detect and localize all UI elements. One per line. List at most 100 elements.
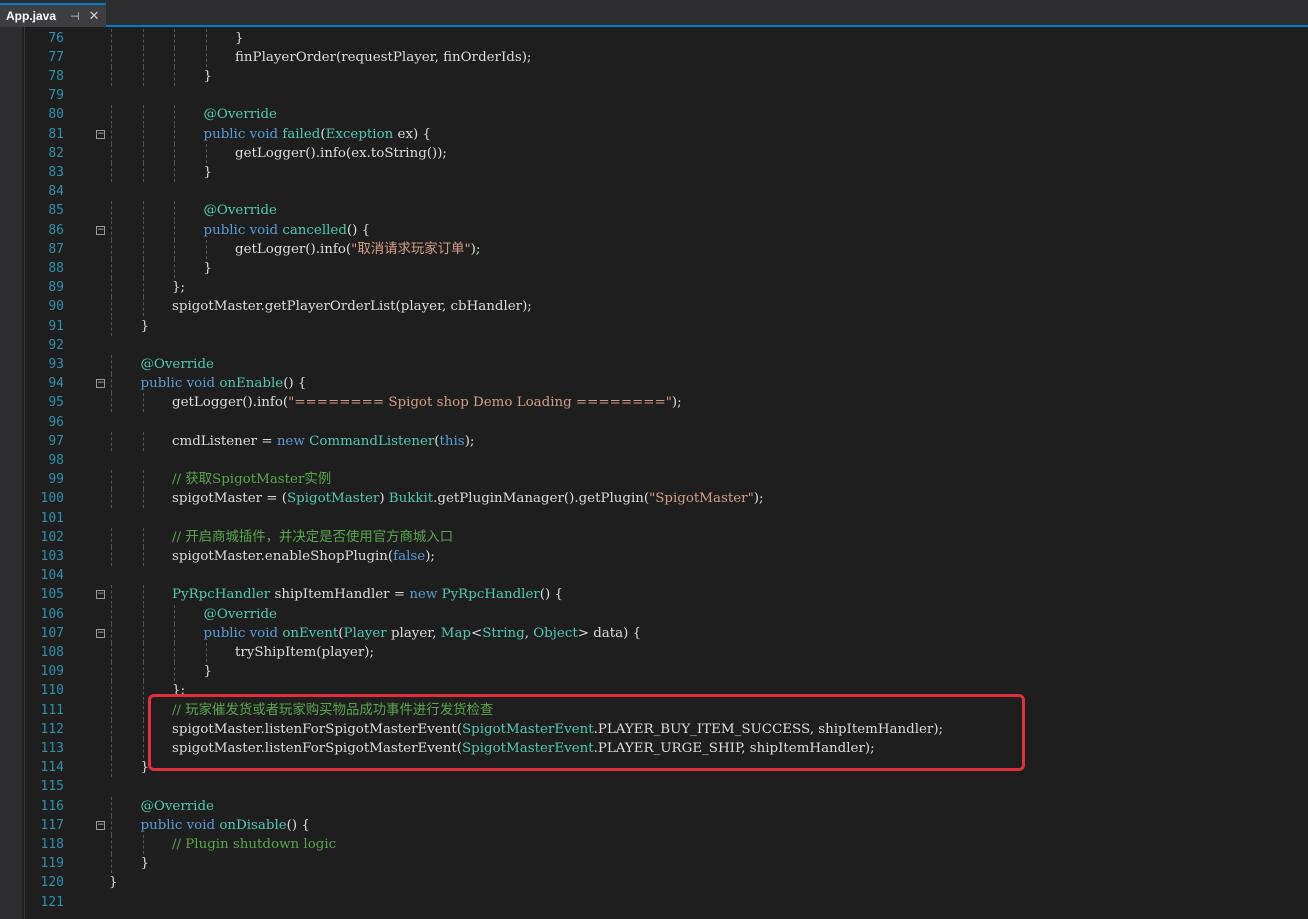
code-line[interactable]: 86 − public void cancelled() { [0,220,1308,240]
line-number: 84 [48,184,64,200]
line-number: 119 [40,856,64,872]
code-line[interactable]: 112 spigotMaster.listenForSpigotMasterEve… [0,719,1308,739]
line-number: 88 [48,260,64,276]
code-text: spigotMaster.getPlayerOrderList(player, … [172,297,532,316]
line-number: 87 [48,241,64,257]
line-number: 111 [40,702,64,718]
fold-toggle-icon[interactable]: − [96,379,105,389]
indent-guide [174,162,175,183]
line-number: 81 [48,126,64,142]
pin-icon[interactable]: ⊣ [70,10,80,23]
code-line[interactable]: 113 spigotMaster.listenForSpigotMasterEve… [0,738,1308,759]
code-line[interactable]: 83} [0,162,1308,183]
code-line[interactable]: 104 [0,566,1308,585]
indent-guide [205,239,207,259]
fold-toggle-icon[interactable]: − [96,820,105,830]
code-line[interactable]: 119} [0,854,1308,874]
line-number: 115 [40,779,64,795]
code-line[interactable]: 91} [0,316,1308,336]
code-line[interactable]: 102 // 开启商城插件，并决定是否使用官方商城入口 [0,527,1308,547]
line-number: 96 [48,414,64,430]
code-line[interactable]: 89}; [0,278,1308,298]
indent-guide [111,316,112,336]
code-line[interactable]: 98 [0,451,1308,470]
indent-guide [111,642,112,663]
line-number: 110 [40,683,64,699]
code-line[interactable]: 88} [0,258,1308,279]
code-line[interactable]: 118 // Plugin shutdown logic [0,834,1308,855]
indent-guide [111,143,112,163]
code-line[interactable]: 101 [0,509,1308,528]
code-line[interactable]: 105 − PyRpcHandler shipItemHandler = new P… [0,585,1308,605]
code-token: new [276,433,310,449]
code-line[interactable]: 93 @Override [0,354,1308,375]
code-text: } [204,163,213,182]
indent-guide [142,489,144,509]
code-line[interactable]: 108 tryShipItem(player); [0,642,1308,663]
indent-guide [111,258,112,279]
code-line[interactable]: 120} [0,873,1308,892]
indent-guide [111,489,112,509]
indent-guide [111,854,112,874]
code-line[interactable]: 107 − public void onEvent(Player player, M… [0,623,1308,643]
code-line[interactable]: 110}; [0,681,1308,701]
code-token: "取消请求玩家订单" [351,241,471,257]
code-line[interactable]: 97 cmdListener = new CommandListener(this… [0,431,1308,451]
code-line[interactable]: 82 getLogger().info(ex.toString()); [0,143,1308,163]
code-line[interactable]: 121 [0,893,1308,912]
line-number: 121 [40,894,64,910]
code-line[interactable]: 81 − public void failed(Exception ex) { [0,124,1308,144]
line-number: 120 [40,875,64,891]
indent-guide [142,470,144,490]
code-line[interactable]: 95 getLogger().info("======== Spigot shop… [0,393,1308,413]
close-icon[interactable]: ✕ [89,9,100,24]
code-line[interactable]: 87 getLogger().info("取消请求玩家订单"); [0,239,1308,259]
tab-title: App.java [6,9,57,23]
code-text: getLogger().info("取消请求玩家订单"); [235,240,480,259]
code-token: Map [440,625,472,641]
code-line[interactable]: 106 @Override [0,604,1308,624]
indent-guide [111,28,112,48]
line-number: 97 [48,433,64,449]
code-editor[interactable]: 76} 77 finPlayerOrder(requestPlayer, finOr… [0,27,1308,919]
tab-app-java[interactable]: App.java ⊣ ✕ [0,3,106,27]
code-line[interactable]: 90 spigotMaster.getPlayerOrderList(player… [0,297,1308,317]
code-line[interactable]: 117 − public void onDisable() { [0,815,1308,835]
code-line[interactable]: 111 // 玩家催发货或者玩家购买物品成功事件进行发货检查 [0,700,1308,720]
code-line[interactable]: 109} [0,662,1308,682]
code-line[interactable]: 103 spigotMaster.enableShopPlugin(false); [0,546,1308,567]
code-line[interactable]: 100 spigotMaster = (SpigotMaster) Bukkit.… [0,489,1308,509]
line-number: 107 [40,625,64,641]
fold-toggle-icon[interactable]: − [96,628,105,638]
indent-guide [142,239,144,259]
code-line[interactable]: 116 @Override [0,796,1308,816]
code-text: } [141,854,150,873]
code-line[interactable]: 94 − public void onEnable() { [0,374,1308,394]
fold-toggle-icon[interactable]: − [96,225,105,235]
code-line[interactable]: 92 [0,336,1308,355]
code-line[interactable]: 78} [0,66,1308,87]
code-area[interactable]: 76} 77 finPlayerOrder(requestPlayer, finOr… [0,27,1308,919]
indent-guide [142,719,144,739]
code-line[interactable]: 114} [0,758,1308,778]
fold-toggle-icon[interactable]: − [96,590,105,600]
code-line[interactable]: 77 finPlayerOrder(requestPlayer, finOrder… [0,47,1308,67]
code-token: } [203,68,213,84]
code-text: tryShipItem(player); [235,643,374,662]
code-line[interactable]: 79 [0,86,1308,105]
indent-guide [111,796,112,816]
code-text: // 开启商城插件，并决定是否使用官方商城入口 [172,528,453,547]
code-line[interactable]: 84 [0,182,1308,201]
code-token: shipItemHandler = [270,587,410,603]
code-line[interactable]: 76} [0,28,1308,48]
line-number: 85 [48,203,64,219]
code-text: }; [172,278,185,297]
code-token: tryShipItem(player); [235,644,374,660]
code-line[interactable]: 115 [0,777,1308,796]
line-number: 79 [48,88,64,104]
code-line[interactable]: 99 // 获取SpigotMaster实例 [0,470,1308,490]
code-line[interactable]: 85 @Override [0,201,1308,221]
code-line[interactable]: 96 [0,413,1308,432]
fold-toggle-icon[interactable]: − [96,129,105,139]
code-line[interactable]: 80 @Override [0,105,1308,125]
